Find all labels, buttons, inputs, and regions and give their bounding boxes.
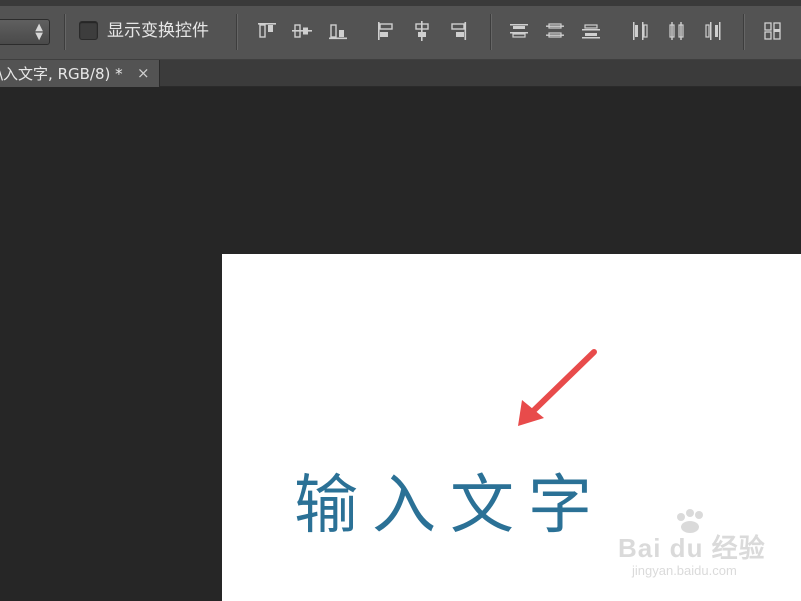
close-icon[interactable]: × [137, 64, 150, 82]
distribute-left-edges-icon [633, 22, 648, 40]
preset-dropdown[interactable]: ▲ ▼ [0, 19, 50, 45]
red-arrow-annotation [518, 349, 597, 426]
align-horizontal-centers-button[interactable] [409, 18, 435, 44]
baidu-jingyan-watermark: Bai du 经验 jingyan.baidu.com [612, 508, 772, 578]
show-transform-controls-label: 显示变换控件 [107, 21, 209, 41]
distribute-bottom-edges-icon [582, 24, 600, 39]
align-top-edges-button[interactable] [254, 18, 280, 44]
distribute-vertical-centers-button[interactable] [542, 18, 568, 44]
document-tab[interactable]: \入文字, RGB/8) * × [0, 60, 160, 87]
distribute-right-edges-icon [705, 22, 721, 40]
distribute-horizontal-centers-icon [669, 22, 684, 40]
align-bottom-edges-button[interactable] [325, 18, 351, 44]
align-right-edges-icon [451, 22, 467, 40]
distribute-top-edges-icon [510, 24, 528, 38]
align-horizontal-centers-icon [415, 21, 429, 41]
show-transform-controls-checkbox[interactable] [79, 21, 98, 40]
document-tab-label: \入文字, RGB/8) * [0, 65, 123, 83]
align-bottom-edges-icon [329, 24, 347, 40]
watermark-url: jingyan.baidu.com [632, 563, 737, 578]
toolbar-separator [490, 14, 491, 50]
align-vertical-centers-button[interactable] [289, 18, 315, 44]
auto-align-layers-button[interactable] [760, 18, 786, 44]
dropdown-stepper-icon: ▲ ▼ [35, 22, 43, 42]
toolbar-separator [743, 14, 744, 50]
auto-align-layers-icon [764, 22, 781, 40]
align-left-edges-icon [378, 22, 393, 40]
distribute-horizontal-centers-button[interactable] [664, 18, 690, 44]
options-bar: ▲ ▼ 显示变换控件 [0, 0, 801, 60]
distribute-bottom-edges-button[interactable] [578, 18, 604, 44]
distribute-top-edges-button[interactable] [506, 18, 532, 44]
document-tab-bar: \入文字, RGB/8) * × [0, 60, 801, 87]
distribute-vertical-centers-icon [546, 23, 564, 38]
align-top-edges-icon [258, 23, 276, 38]
toolbar-separator [64, 14, 65, 50]
distribute-left-edges-button[interactable] [627, 18, 653, 44]
align-right-edges-button[interactable] [445, 18, 471, 44]
toolbar-separator [236, 14, 237, 50]
canvas-text-layer[interactable]: 输入文字 [294, 466, 606, 546]
align-left-edges-button[interactable] [373, 18, 399, 44]
watermark-brand: Bai du 经验 [618, 533, 766, 563]
align-vertical-centers-icon [292, 24, 312, 38]
distribute-right-edges-button[interactable] [700, 18, 726, 44]
